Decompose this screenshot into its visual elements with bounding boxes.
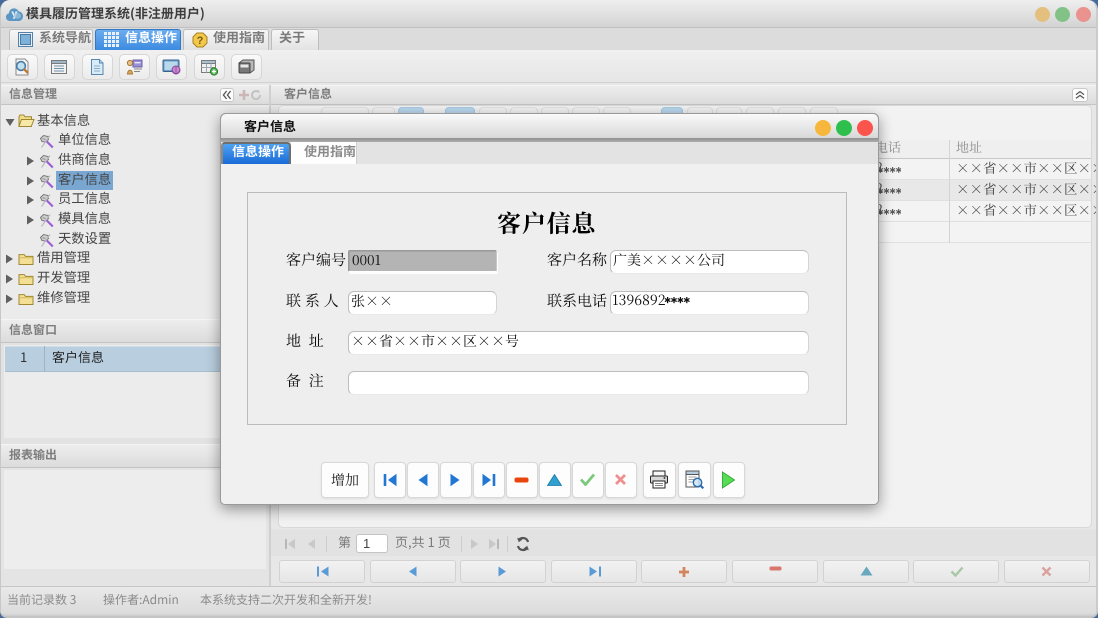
svg-text:?: ?	[197, 35, 204, 47]
